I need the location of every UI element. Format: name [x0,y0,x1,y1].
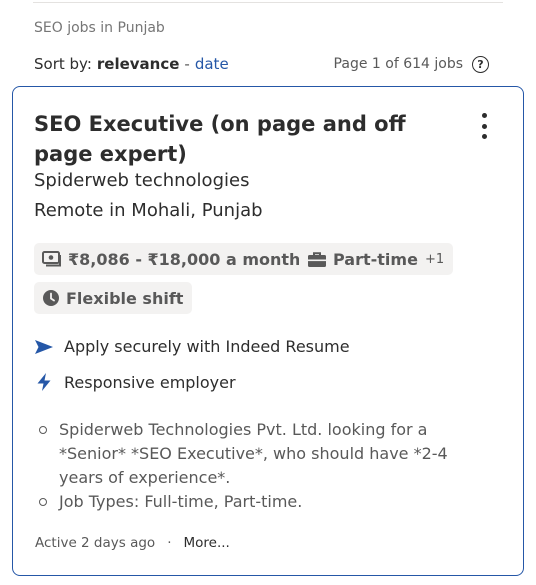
snippet-item: Job Types: Full-time, Part-time. [33,490,493,514]
briefcase-icon [308,251,326,267]
send-icon [35,339,53,354]
feature-apply-securely: Apply securely with Indeed Resume [34,337,350,356]
bolt-icon [37,373,51,391]
top-divider [33,2,503,3]
feature-responsive-employer: Responsive employer [34,372,236,392]
shift-chip: Flexible shift [34,282,193,314]
breadcrumb: SEO jobs in Punjab [34,20,165,36]
page-count-text: Page 1 of 614 jobs [333,56,463,72]
feature-text: Apply securely with Indeed Resume [64,337,350,356]
footer-separator: · [167,535,172,551]
salary-text: ₹8,086 - ₹18,000 a month [68,249,301,269]
sort-label: Sort by: [34,55,92,73]
clock-icon [43,290,59,306]
posted-date: Active 2 days ago [35,535,156,551]
job-snippet: Spiderweb Technologies Pvt. Ltd. looking… [33,418,493,514]
money-icon [42,251,61,267]
job-type-extra: +1 [424,251,445,267]
more-link[interactable]: More... [184,535,230,551]
sort-relevance-option[interactable]: relevance [97,55,180,73]
shift-text: Flexible shift [66,288,184,308]
sort-date-link[interactable]: date [195,55,229,73]
sort-separator: - [184,55,190,73]
job-type-text: Part-time [333,249,418,269]
sort-bar: Sort by: relevance - date Page 1 of 614 … [34,54,489,74]
job-location: Remote in Mohali, Punjab [34,200,263,221]
job-card[interactable]: SEO Executive (on page and off page expe… [12,86,524,576]
help-icon[interactable]: ? [472,55,489,73]
more-vertical-icon[interactable] [475,113,493,139]
company-name: Spiderweb technologies [34,170,250,191]
page-count: Page 1 of 614 jobs ? [333,55,489,73]
job-title[interactable]: SEO Executive (on page and off page expe… [34,109,444,169]
snippet-item: Spiderweb Technologies Pvt. Ltd. looking… [33,418,493,490]
card-footer: Active 2 days ago · More... [35,535,230,551]
feature-text: Responsive employer [64,372,236,392]
salary-chip: ₹8,086 - ₹18,000 a month [34,243,310,275]
job-type-chip: Part-time +1 [299,243,454,275]
